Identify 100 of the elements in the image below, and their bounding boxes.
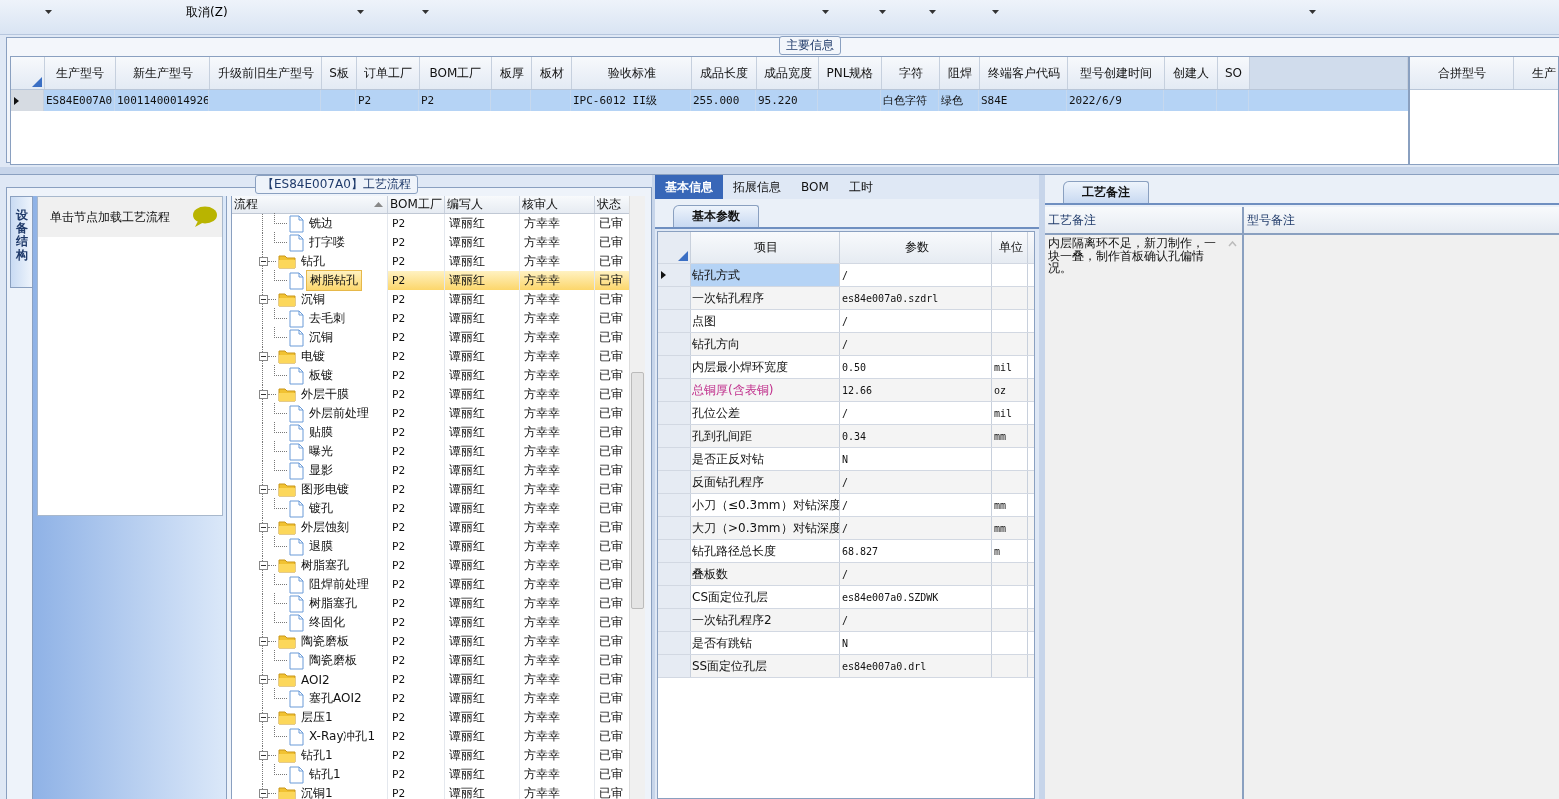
column-header[interactable]: 单位 bbox=[992, 232, 1028, 263]
column-header[interactable]: 新生产型号 bbox=[116, 57, 210, 89]
column-header[interactable]: 型号创建时间 bbox=[1068, 57, 1165, 89]
tree-node[interactable]: 曝光 bbox=[306, 442, 336, 461]
table-row[interactable]: 总铜厚(含表铜) 12.66 oz bbox=[658, 379, 1034, 402]
column-header[interactable]: 合拼型号 bbox=[1410, 57, 1514, 89]
tree-node[interactable]: 板镀 bbox=[306, 366, 336, 385]
column-header[interactable]: S板 bbox=[322, 57, 357, 89]
collapse-icon[interactable] bbox=[259, 675, 268, 684]
tree-node[interactable]: 钻孔 bbox=[298, 252, 328, 271]
dropdown-caret-icon[interactable] bbox=[928, 10, 936, 14]
collapse-icon[interactable] bbox=[259, 751, 268, 760]
column-header[interactable]: 核审人 bbox=[520, 196, 595, 213]
dropdown-caret-icon[interactable] bbox=[45, 10, 52, 14]
dropdown-caret-icon[interactable] bbox=[878, 10, 886, 14]
column-header[interactable]: 字符 bbox=[882, 57, 940, 89]
dropdown-caret-icon[interactable] bbox=[356, 10, 364, 14]
table-row[interactable]: 一次钻孔程序2 / bbox=[658, 609, 1034, 632]
tree-node[interactable]: 塞孔AOI2 bbox=[306, 689, 365, 708]
dropdown-caret-icon[interactable] bbox=[421, 10, 429, 14]
collapse-icon[interactable] bbox=[259, 257, 268, 266]
tree-node[interactable]: 外层前处理 bbox=[306, 404, 372, 423]
tree-node[interactable]: 图形电镀 bbox=[298, 480, 352, 499]
tree-node[interactable]: 退膜 bbox=[306, 537, 336, 556]
column-header[interactable]: 成品宽度 bbox=[757, 57, 819, 89]
subtab[interactable]: 工艺备注 bbox=[1063, 181, 1149, 203]
collapse-icon[interactable] bbox=[259, 789, 268, 798]
column-header[interactable]: BOM工厂 bbox=[420, 57, 492, 89]
column-header[interactable]: 升级前旧生产型号 bbox=[210, 57, 322, 89]
side-tab[interactable]: 设备结构 bbox=[10, 196, 32, 288]
tree-node[interactable]: 贴膜 bbox=[306, 423, 336, 442]
table-row[interactable]: 孔到孔间距 0.34 mm bbox=[658, 425, 1034, 448]
tree-node[interactable]: 打字喽 bbox=[306, 233, 348, 252]
tree-node[interactable]: 外层干膜 bbox=[298, 385, 352, 404]
collapse-icon[interactable] bbox=[259, 713, 268, 722]
collapse-icon[interactable] bbox=[259, 523, 268, 532]
column-header[interactable]: 板厚 bbox=[492, 57, 532, 89]
tree-node[interactable]: 去毛刺 bbox=[306, 309, 348, 328]
collapse-icon[interactable] bbox=[259, 637, 268, 646]
table-row[interactable]: 钻孔方向 / bbox=[658, 333, 1034, 356]
column-header[interactable]: 项目 bbox=[691, 232, 840, 263]
scrollbar[interactable] bbox=[629, 196, 645, 799]
column-header[interactable]: 流程 bbox=[232, 196, 388, 213]
tree-node[interactable]: 外层蚀刻 bbox=[298, 518, 352, 537]
column-header[interactable]: 成品长度 bbox=[692, 57, 757, 89]
table-row[interactable]: 反面钻孔程序 / bbox=[658, 471, 1034, 494]
text-area[interactable]: 内层隔离环不足，新刀制作，一块一叠，制作首板确认孔偏情况。 bbox=[1045, 235, 1242, 799]
tree-node[interactable]: 陶瓷磨板 bbox=[306, 651, 360, 670]
tree-node[interactable]: 树脂塞孔 bbox=[306, 594, 360, 613]
collapse-icon[interactable] bbox=[259, 295, 268, 304]
row-header[interactable] bbox=[658, 264, 691, 286]
column-header[interactable]: 参数 bbox=[840, 232, 992, 263]
collapse-icon[interactable] bbox=[259, 485, 268, 494]
tree-node[interactable]: 陶瓷磨板 bbox=[298, 632, 352, 651]
corner-triangle-icon[interactable] bbox=[678, 251, 688, 261]
column-header[interactable]: BOM工厂 bbox=[388, 196, 445, 213]
tree-node[interactable]: 层压1 bbox=[298, 708, 336, 727]
tree-node[interactable]: 沉铜 bbox=[306, 328, 336, 347]
collapse-icon[interactable] bbox=[259, 561, 268, 570]
corner-triangle-icon[interactable] bbox=[32, 77, 42, 87]
tree-node[interactable]: AOI2 bbox=[298, 671, 333, 688]
tree-node[interactable]: 镀孔 bbox=[306, 499, 336, 518]
collapse-icon[interactable] bbox=[259, 352, 268, 361]
tree-node[interactable]: 沉铜1 bbox=[298, 784, 336, 799]
dropdown-caret-icon[interactable] bbox=[1308, 10, 1316, 14]
cancel-button[interactable]: 取消(Z) bbox=[186, 3, 228, 21]
column-header[interactable]: 验收标准 bbox=[572, 57, 692, 89]
column-header[interactable]: 创建人 bbox=[1165, 57, 1218, 89]
tree-node[interactable]: 电镀 bbox=[298, 347, 328, 366]
table-row[interactable]: 钻孔方式 / bbox=[658, 264, 1034, 287]
tree-node[interactable]: X-Ray冲孔1 bbox=[306, 727, 379, 746]
column-header[interactable]: 终端客户代码 bbox=[980, 57, 1068, 89]
tree-node[interactable]: 树脂塞孔 bbox=[298, 556, 352, 575]
tab[interactable]: 拓展信息 bbox=[723, 175, 791, 199]
tree-node[interactable]: 铣边 bbox=[306, 214, 336, 233]
tree-node[interactable]: 沉铜 bbox=[298, 290, 328, 309]
tab[interactable]: 基本信息 bbox=[655, 175, 723, 199]
dropdown-caret-icon[interactable] bbox=[821, 10, 829, 14]
column-header[interactable]: 阻焊 bbox=[940, 57, 980, 89]
tree-node[interactable]: 钻孔1 bbox=[306, 765, 344, 784]
column-header[interactable]: 编写人 bbox=[445, 196, 520, 213]
table-row[interactable]: 一次钻孔程序 es84e007a0.szdrl bbox=[658, 287, 1034, 310]
tab[interactable]: BOM bbox=[791, 175, 839, 199]
column-header[interactable]: PNL规格 bbox=[819, 57, 882, 89]
tree-node[interactable]: 树脂钻孔 bbox=[306, 270, 362, 291]
column-header[interactable]: 订单工厂 bbox=[357, 57, 420, 89]
row-header[interactable] bbox=[11, 90, 44, 111]
tab[interactable]: 工时 bbox=[838, 175, 883, 199]
column-header[interactable]: 生产 bbox=[1514, 57, 1558, 89]
tree-node[interactable]: 显影 bbox=[306, 461, 336, 480]
subtab[interactable]: 基本参数 bbox=[673, 205, 759, 227]
dropdown-caret-icon[interactable] bbox=[991, 10, 999, 14]
tree-node[interactable]: 钻孔1 bbox=[298, 746, 336, 765]
table-row[interactable]: SS面定位孔层 es84e007a0.drl bbox=[658, 655, 1034, 678]
column-header[interactable]: 生产型号 bbox=[45, 57, 116, 89]
collapse-icon[interactable] bbox=[259, 390, 268, 399]
tree-node[interactable]: 终固化 bbox=[306, 613, 348, 632]
table-row[interactable]: 叠板数 / bbox=[658, 563, 1034, 586]
tree-node[interactable]: 阻焊前处理 bbox=[306, 575, 372, 594]
column-header[interactable]: 板材 bbox=[532, 57, 572, 89]
